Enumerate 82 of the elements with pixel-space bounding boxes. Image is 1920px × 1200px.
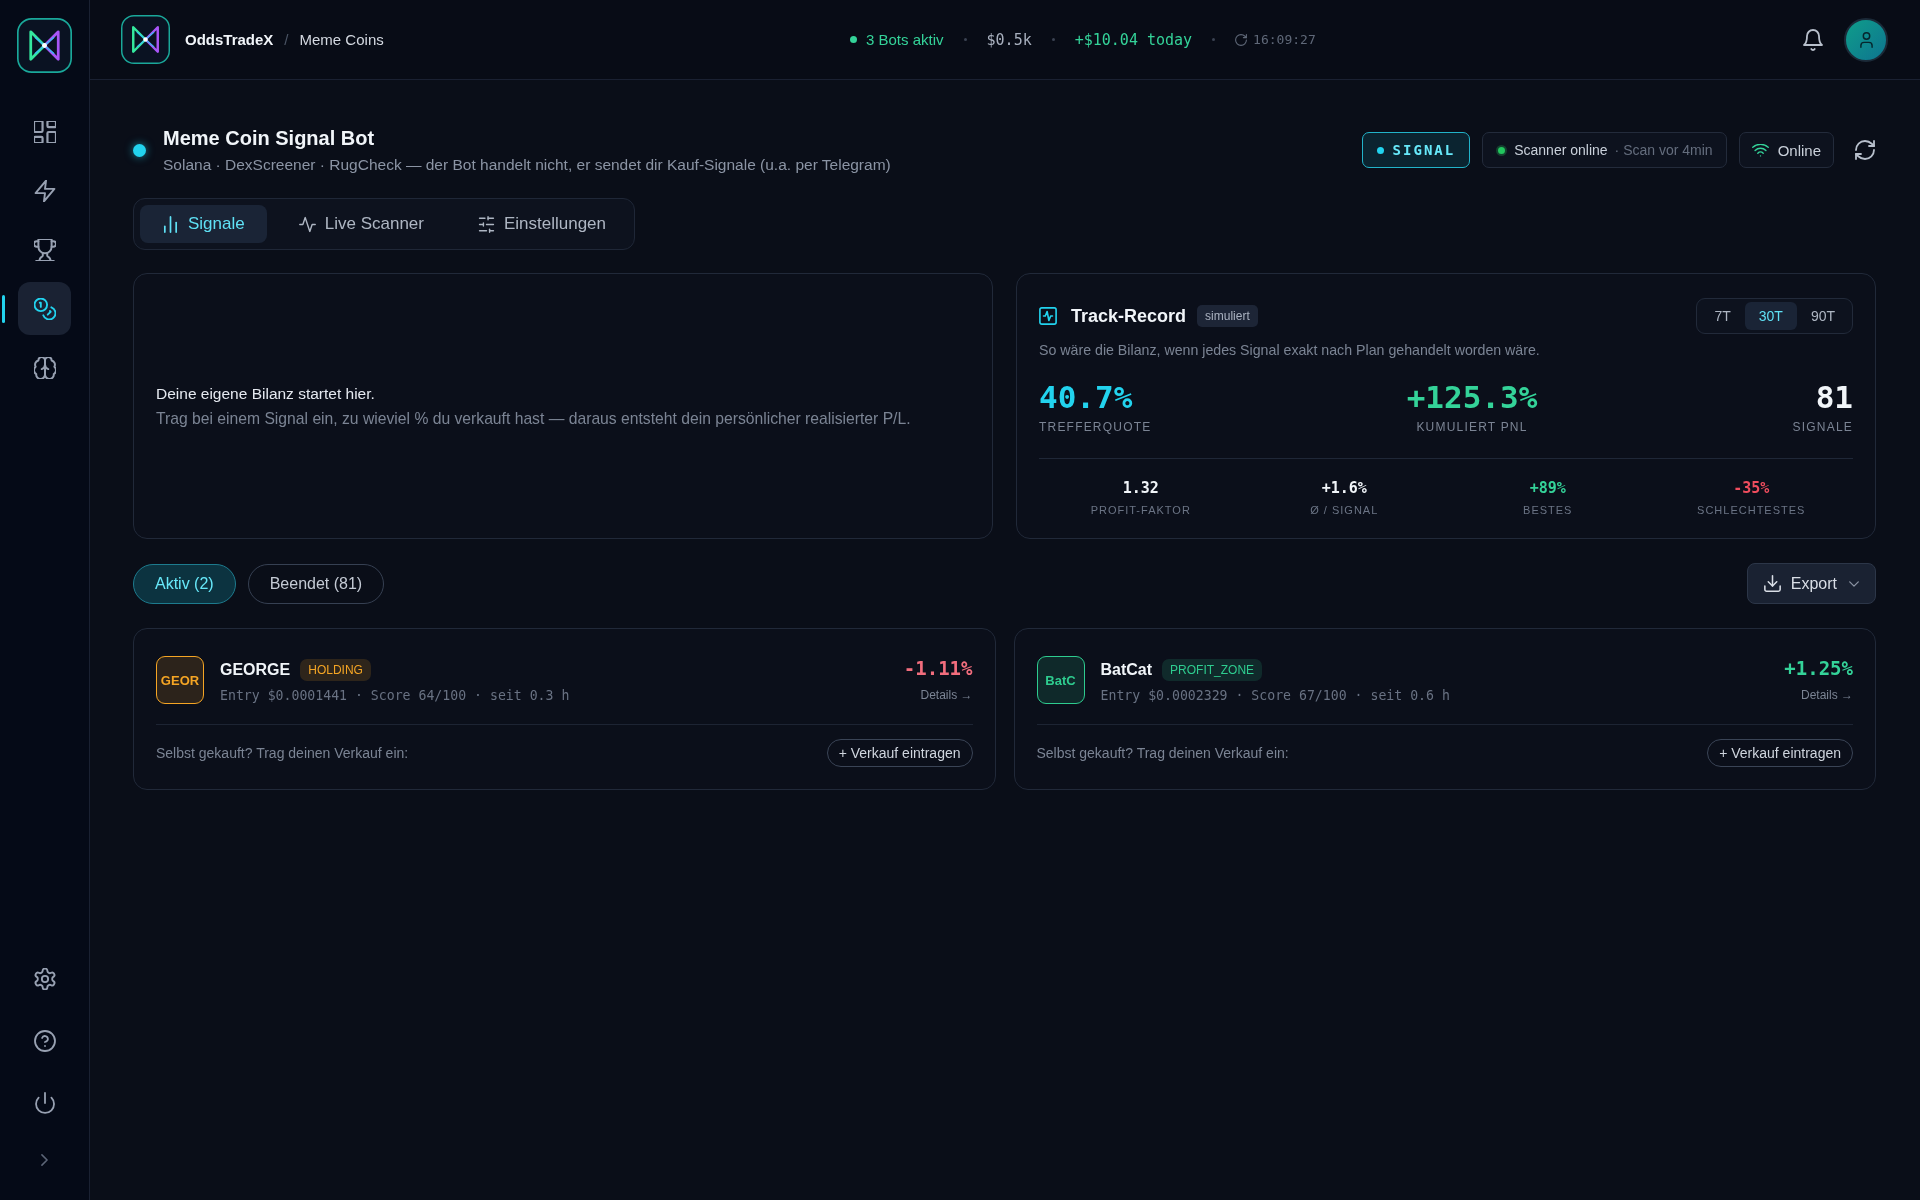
filter-tab[interactable]: Aktiv (2) [133, 563, 236, 604]
brand-name: OddsTradeX [185, 31, 274, 48]
bar-chart-icon [162, 215, 179, 233]
pnl-value: +1.25% [1784, 656, 1853, 680]
card-subtitle: So wäre die Bilanz, wenn jedes Signal exakt nach Plan gehandelt worden wäre. [1039, 342, 1541, 359]
empty-state-hint: Trag bei einem Signal ein, zu wieviel % du verkauft hast — daraus entsteht dein persönlicher realisierter P/L. [156, 408, 912, 429]
stat-value: -35% [1732, 478, 1771, 498]
active-indicator [2, 294, 5, 323]
coin-symbol: GEOR [156, 656, 204, 704]
breadcrumb-current: Meme Coins [299, 31, 384, 48]
caret-icon [1849, 580, 1859, 587]
period-tab[interactable]: 30T [1744, 302, 1797, 330]
stat-value: 1.32 [1121, 478, 1160, 498]
bot-description: Solana · DexScreener · RugCheck — der Bot handelt nicht, er sendet dir Kauf-Signale (u.a. per Telegram) [163, 155, 891, 175]
daily-pnl: +$10.04 today [1074, 30, 1193, 49]
stat-value: 81 [1814, 378, 1853, 417]
refresh-button[interactable] [1854, 138, 1876, 162]
pulse-icon [298, 215, 316, 233]
stat-label: SCHLECHTESTES [1696, 504, 1807, 517]
signal-meta: Entry $0.0001441 · Score 64/100 · seit 0.3 h [220, 688, 570, 703]
sale-prompt: Selbst gekauft? Trag deinen Verkauf ein: [156, 745, 409, 761]
scan-time: · Scan vor 4min [1614, 142, 1713, 158]
stat-label: SIGNALE [1792, 420, 1853, 434]
stat-label: PROFIT-FAKTOR [1089, 504, 1192, 517]
pnl-value: -1.11% [903, 656, 973, 680]
stat-value: 40.7% [1039, 378, 1134, 417]
sliders-icon [477, 215, 495, 233]
download-icon [1763, 575, 1781, 592]
bots-status: 3 Bots aktiv [866, 31, 944, 48]
power-icon [33, 1091, 56, 1114]
chevron-right-icon [41, 1154, 48, 1166]
tab[interactable]: Signale [140, 205, 267, 243]
stat-label: BESTES [1522, 504, 1574, 517]
avatar-button[interactable] [1844, 17, 1888, 62]
coin-name: GEORGE [220, 661, 291, 679]
breadcrumb-separator: / [284, 31, 289, 48]
stat-label: KUMULIERT PNL [1415, 420, 1529, 434]
sale-prompt: Selbst gekauft? Trag deinen Verkauf ein: [1036, 745, 1289, 761]
simulated-badge: simuliert [1197, 305, 1258, 327]
coin-symbol: BatC [1036, 656, 1085, 704]
tab[interactable]: Einstellungen [455, 205, 629, 243]
details-link[interactable]: Details → [1801, 688, 1853, 702]
stat-value: +1.6% [1320, 478, 1368, 498]
status-dot [850, 36, 857, 43]
settings-icon [33, 967, 56, 990]
stat-label: Ø / SIGNAL [1309, 504, 1380, 517]
scanner-label: Scanner online [1514, 142, 1608, 158]
trophy-icon [33, 238, 56, 261]
logo-icon [121, 15, 170, 64]
logo-icon [17, 18, 72, 73]
coin-name: BatCat [1100, 661, 1153, 679]
refresh-icon [1235, 33, 1248, 46]
notifications-button[interactable] [1802, 27, 1824, 52]
period-tab[interactable]: 90T [1796, 302, 1849, 330]
status-dot [1376, 146, 1384, 154]
card-title: Track-Record [1071, 305, 1187, 327]
activity-icon [1039, 307, 1057, 325]
grid-icon [33, 120, 56, 143]
connection-label: Online [1777, 141, 1821, 159]
status-badge: HOLDING [300, 659, 371, 681]
help-icon [33, 1029, 56, 1052]
empty-state-title: Deine eigene Bilanz startet hier. [156, 383, 376, 404]
brain-icon [33, 356, 56, 379]
coins-icon [33, 297, 56, 320]
stat-label: TREFFERQUOTE [1039, 420, 1152, 434]
lightning-icon [33, 179, 56, 202]
person-icon [1859, 31, 1873, 48]
last-update: 16:09:27 [1253, 32, 1316, 47]
bot-title: Meme Coin Signal Bot [163, 126, 376, 151]
refresh-icon [1855, 139, 1875, 161]
sidebar-item[interactable] [18, 282, 71, 335]
tab[interactable]: Live Scanner [276, 205, 446, 243]
period-tab[interactable]: 7T [1700, 302, 1745, 330]
signal-meta: Entry $0.0002329 · Score 67/100 · seit 0.6 h [1100, 688, 1450, 703]
details-link[interactable]: Details → [920, 688, 973, 702]
export-button[interactable]: Export [1746, 563, 1876, 604]
status-badge: PROFIT_ZONE [1162, 659, 1263, 681]
balance-value: $0.5k [986, 30, 1032, 49]
stat-value: +125.3% [1406, 378, 1538, 417]
mode-label: SIGNAL [1392, 142, 1456, 158]
bell-icon [1803, 28, 1823, 51]
stat-value: +89% [1528, 478, 1567, 498]
